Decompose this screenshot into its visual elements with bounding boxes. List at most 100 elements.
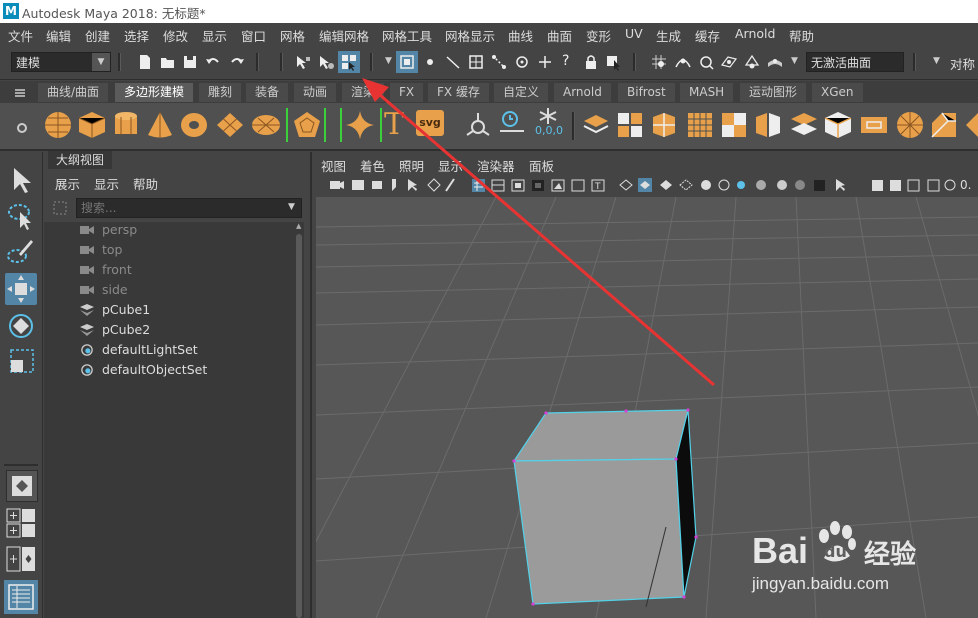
menu-uv[interactable]: UV [625,26,643,41]
snap-point-icon[interactable] [513,53,531,71]
lock-icon[interactable] [582,53,600,71]
new-scene-icon[interactable] [136,53,154,71]
menu-cache[interactable]: 缓存 [695,26,720,45]
viewport-toolbar-icons[interactable]: T [316,177,978,193]
tab-rigging[interactable]: 装备 [246,83,289,102]
outliner-menu-help[interactable]: 帮助 [133,174,158,193]
menu-create[interactable]: 创建 [85,26,110,45]
pick-mask-icon[interactable] [605,53,623,71]
vertex-mode-icon[interactable] [421,53,439,71]
tab-arnold[interactable]: Arnold [554,83,611,102]
tab-custom[interactable]: 自定义 [494,83,549,102]
menu-display[interactable]: 显示 [202,26,227,45]
list-item-label: defaultObjectSet [102,362,208,377]
outliner-menu-display[interactable]: 显示 [94,174,119,193]
menu-curves[interactable]: 曲线 [508,26,533,45]
snap-to-view-plane-icon[interactable] [720,53,738,71]
outliner-filter-icon[interactable] [52,200,68,216]
select-hierarchy-icon[interactable] [294,53,312,71]
scale-tool-icon[interactable] [5,346,37,378]
tab-fx-caching[interactable]: FX 缓存 [428,83,489,102]
paint-select-tool-icon[interactable] [5,236,37,268]
shelf-settings-icon[interactable] [16,122,28,134]
snap-to-curve-icon[interactable] [674,53,692,71]
main-menubar: 文件 编辑 创建 选择 修改 显示 窗口 网格 编辑网格 网格工具 网格显示 曲… [0,23,978,45]
list-item-label: persp [102,222,138,237]
four-view-button[interactable] [6,508,36,538]
outliner-tab[interactable]: 大纲视图 [48,151,113,169]
chevron-down-icon[interactable]: ▼ [385,56,392,66]
menu-deform[interactable]: 变形 [586,26,611,45]
tab-bifrost[interactable]: Bifrost [618,83,675,102]
viewport-menu-lighting[interactable]: 照明 [399,156,424,175]
outliner-search-input[interactable] [76,198,302,218]
viewport-menu-view[interactable]: 视图 [321,156,346,175]
undo-icon[interactable] [204,53,222,71]
select-object-icon[interactable] [317,53,335,71]
divider [118,53,121,71]
tab-sculpting[interactable]: 雕刻 [199,83,242,102]
tab-poly-modeling[interactable]: 多边形建模 [115,83,194,102]
outliner-menu-show[interactable]: 展示 [55,174,80,193]
menu-select[interactable]: 选择 [124,26,149,45]
plus-icon[interactable] [536,53,554,71]
menu-mesh-display[interactable]: 网格显示 [445,26,495,45]
shelf-menu-icon[interactable] [12,86,28,100]
menu-edit-mesh[interactable]: 编辑网格 [319,26,369,45]
chevron-down-icon[interactable]: ▼ [288,202,295,212]
live-surface-field[interactable]: 无激活曲面 [806,52,904,72]
outliner-layout-button[interactable] [4,580,38,614]
face-mode-icon[interactable] [467,53,485,71]
camera-icon [80,226,94,234]
menu-windows[interactable]: 窗口 [241,26,266,45]
tab-motion-graphics[interactable]: 运动图形 [740,83,807,102]
chevron-down-icon[interactable]: ▼ [791,56,798,66]
menu-modify[interactable]: 修改 [163,26,188,45]
outliner-scrollbar[interactable] [294,222,304,618]
chevron-down-icon[interactable]: ▼ [933,56,940,66]
redo-icon[interactable] [228,53,246,71]
uv-mode-icon[interactable] [490,53,508,71]
tab-rendering[interactable]: 渲染 [342,83,385,102]
menu-mesh[interactable]: 网格 [280,26,305,45]
select-by-object-button[interactable] [396,51,418,73]
menu-file[interactable]: 文件 [8,26,33,45]
tab-animation[interactable]: 动画 [294,83,337,102]
make-live-icon[interactable] [743,53,761,71]
menu-help[interactable]: 帮助 [789,26,814,45]
snap-to-point-icon[interactable] [697,53,715,71]
menu-arnold[interactable]: Arnold [735,26,775,41]
open-scene-icon[interactable] [159,53,177,71]
menu-edit[interactable]: 编辑 [46,26,71,45]
rotate-tool-icon[interactable] [5,310,37,342]
viewport-menu-show[interactable]: 显示 [438,156,463,175]
viewport-menu-renderer[interactable]: 渲染器 [477,156,515,175]
tab-curves-surfaces[interactable]: 曲线/曲面 [38,83,109,102]
viewport-menu-shading[interactable]: 着色 [360,156,385,175]
snap-to-grid-icon[interactable] [650,53,668,71]
move-tool-button[interactable] [5,273,37,305]
menu-mesh-tools[interactable]: 网格工具 [382,26,432,45]
menuset-dropdown[interactable]: 建模 ▼ [11,52,111,72]
lasso-tool-icon[interactable] [5,200,37,232]
tab-xgen[interactable]: XGen [812,83,863,102]
exposure-value[interactable]: 0. [960,178,971,192]
save-scene-icon[interactable] [181,53,199,71]
scrollbar-thumb[interactable] [296,234,302,618]
snap-to-surface-icon[interactable] [766,53,784,71]
menu-generate[interactable]: 生成 [656,26,681,45]
select-component-button[interactable] [338,51,360,73]
single-view-button[interactable] [6,470,38,502]
menu-surfaces[interactable]: 曲面 [547,26,572,45]
symmetry-label[interactable]: 对称 [950,54,975,73]
two-view-button[interactable] [6,546,36,572]
move-tool-icon [7,275,35,303]
scroll-up-icon[interactable]: ▲ [296,222,301,230]
3d-viewport[interactable] [316,197,978,618]
tab-mash[interactable]: MASH [680,83,734,102]
select-tool-icon[interactable] [5,164,37,196]
tab-fx[interactable]: FX [390,83,424,102]
edge-mode-icon[interactable] [444,53,462,71]
viewport-menu-panels[interactable]: 面板 [529,156,554,175]
help-icon[interactable]: ? [562,53,569,69]
